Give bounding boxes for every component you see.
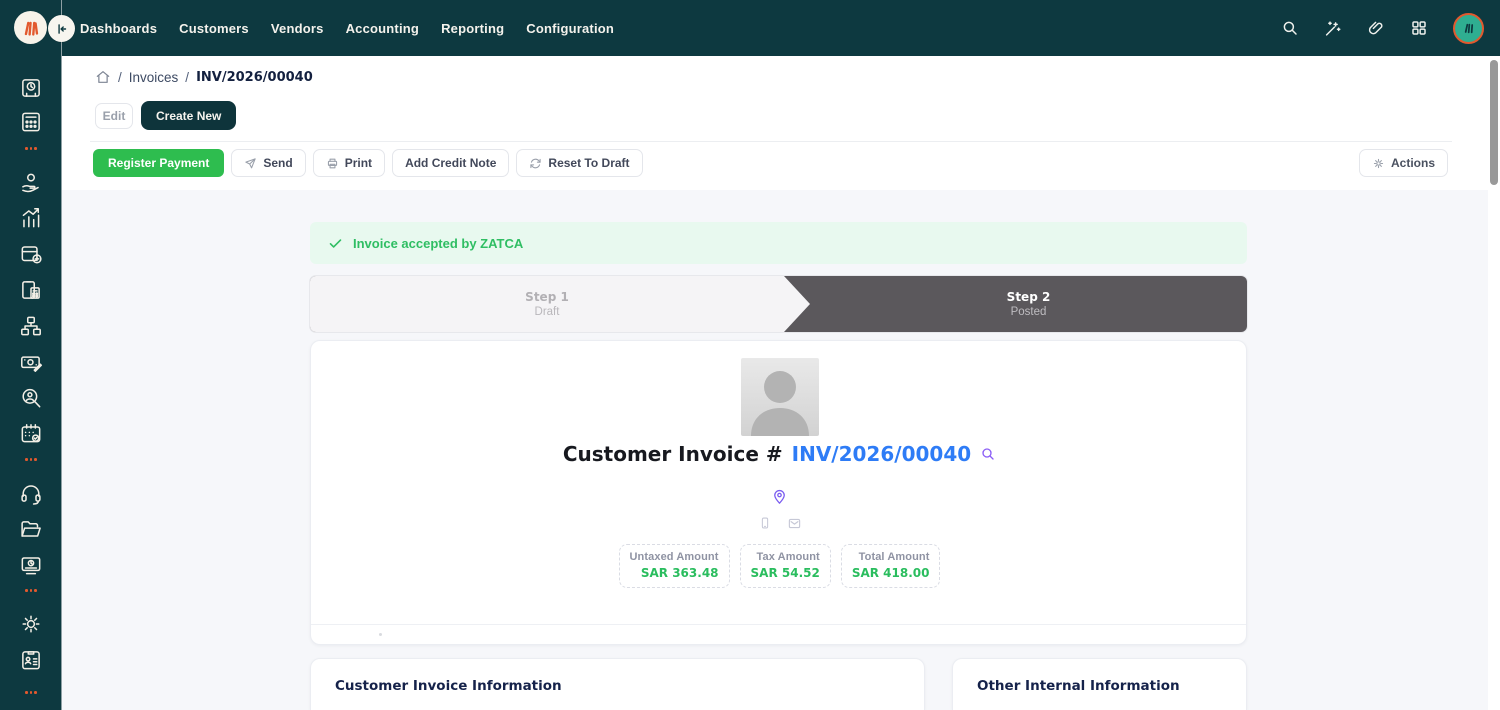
untaxed-amount-value: SAR 363.48 bbox=[630, 566, 719, 580]
clipboard-person-icon[interactable] bbox=[17, 646, 45, 674]
amounts-row: Untaxed Amount SAR 363.48 Tax Amount SAR… bbox=[311, 544, 1248, 588]
tax-amount-label: Tax Amount bbox=[751, 551, 820, 563]
app-logo[interactable] bbox=[14, 11, 47, 44]
paperclip-icon[interactable] bbox=[1367, 19, 1385, 37]
user-avatar[interactable] bbox=[1453, 13, 1484, 44]
growth-chart-icon[interactable] bbox=[17, 204, 45, 232]
calculator-grid-icon[interactable] bbox=[17, 108, 45, 136]
calendar-check-icon[interactable] bbox=[17, 420, 45, 448]
step-2-active[interactable]: Step 2 Posted bbox=[810, 276, 1247, 332]
tax-amount-box: Tax Amount SAR 54.52 bbox=[740, 544, 831, 588]
customer-invoice-information-panel: Customer Invoice Information bbox=[310, 658, 925, 710]
search-icon[interactable] bbox=[1281, 19, 1299, 37]
menu-customers[interactable]: Customers bbox=[179, 21, 249, 36]
map-pin-icon[interactable] bbox=[771, 488, 788, 505]
zoom-magnifier-icon[interactable] bbox=[980, 446, 996, 462]
invoice-number-link[interactable]: INV/2026/00040 bbox=[792, 442, 972, 466]
sidebar-separator-dots bbox=[25, 691, 37, 694]
panel-title: Other Internal Information bbox=[977, 678, 1180, 694]
menu-configuration[interactable]: Configuration bbox=[526, 21, 614, 36]
documents-folder-icon[interactable] bbox=[17, 515, 45, 543]
total-amount-value: SAR 418.00 bbox=[852, 566, 930, 580]
gear-icon bbox=[1372, 157, 1385, 170]
clipboard-calculator-icon[interactable] bbox=[17, 276, 45, 304]
action-bar: Register Payment Send Print Add Credit N… bbox=[93, 149, 643, 177]
inventory-boxes-icon[interactable] bbox=[17, 312, 45, 340]
logo-mark-icon bbox=[20, 17, 42, 39]
banknote-pen-icon[interactable] bbox=[17, 348, 45, 376]
audit-magnifier-icon[interactable] bbox=[17, 384, 45, 412]
reset-to-draft-button[interactable]: Reset To Draft bbox=[516, 149, 642, 177]
magic-wand-icon[interactable] bbox=[1324, 19, 1342, 37]
total-amount-box: Total Amount SAR 418.00 bbox=[841, 544, 941, 588]
alert-message: Invoice accepted by ZATCA bbox=[353, 236, 523, 251]
create-new-button[interactable]: Create New bbox=[141, 101, 236, 130]
untaxed-amount-label: Untaxed Amount bbox=[630, 551, 719, 563]
apps-grid-icon[interactable] bbox=[1410, 19, 1428, 37]
sidebar-separator-dots bbox=[25, 147, 37, 150]
menu-vendors[interactable]: Vendors bbox=[271, 21, 324, 36]
panel-title: Customer Invoice Information bbox=[335, 678, 562, 694]
add-credit-note-button[interactable]: Add Credit Note bbox=[392, 149, 509, 177]
collapse-left-icon bbox=[55, 22, 69, 36]
page-header: / Invoices / INV/2026/00040 Edit Create … bbox=[62, 56, 1488, 190]
phone-icon[interactable] bbox=[758, 516, 772, 530]
page: Dashboards Customers Vendors Accounting … bbox=[0, 0, 1500, 710]
avatar-mark-icon bbox=[1461, 20, 1477, 36]
breadcrumb-current-record: INV/2026/00040 bbox=[196, 70, 313, 85]
email-icon[interactable] bbox=[787, 516, 802, 531]
main-menu: Dashboards Customers Vendors Accounting … bbox=[80, 0, 614, 56]
contact-icons-row bbox=[311, 516, 1248, 531]
actions-button[interactable]: Actions bbox=[1359, 149, 1448, 177]
zatca-success-alert: Invoice accepted by ZATCA bbox=[310, 222, 1247, 264]
hand-coins-icon[interactable] bbox=[17, 169, 45, 197]
send-icon bbox=[244, 157, 257, 170]
print-icon bbox=[326, 157, 339, 170]
card-footer-divider bbox=[311, 624, 1246, 625]
left-sidebar bbox=[0, 56, 62, 710]
footer-dot bbox=[379, 633, 382, 636]
invoice-title-prefix: Customer Invoice # bbox=[563, 442, 783, 466]
person-silhouette-icon bbox=[741, 358, 819, 436]
sidebar-separator-dots bbox=[25, 589, 37, 592]
sidebar-collapse-button[interactable] bbox=[48, 15, 75, 42]
check-icon bbox=[328, 236, 343, 251]
monitor-badge-icon[interactable] bbox=[17, 551, 45, 579]
package-plus-icon[interactable] bbox=[17, 240, 45, 268]
reset-icon bbox=[529, 157, 542, 170]
header-divider bbox=[90, 141, 1452, 142]
menu-reporting[interactable]: Reporting bbox=[441, 21, 504, 36]
menu-dashboards[interactable]: Dashboards bbox=[80, 21, 157, 36]
home-icon[interactable] bbox=[95, 69, 111, 85]
total-amount-label: Total Amount bbox=[852, 551, 930, 563]
location-row bbox=[311, 488, 1248, 505]
sidebar-separator-dots bbox=[25, 458, 37, 461]
tax-amount-value: SAR 54.52 bbox=[751, 566, 820, 580]
status-stepper: Step 1 Draft Step 2 Posted bbox=[310, 276, 1247, 332]
settings-gear-icon[interactable] bbox=[17, 610, 45, 638]
untaxed-amount-box: Untaxed Amount SAR 363.48 bbox=[619, 544, 730, 588]
vertical-scrollbar-track[interactable] bbox=[1488, 56, 1500, 710]
ledger-clock-icon[interactable] bbox=[17, 74, 45, 102]
navbar-right bbox=[1281, 0, 1484, 56]
register-payment-button[interactable]: Register Payment bbox=[93, 149, 224, 177]
support-headset-icon[interactable] bbox=[17, 480, 45, 508]
edit-button[interactable]: Edit bbox=[95, 103, 133, 129]
invoice-title: Customer Invoice # INV/2026/00040 bbox=[311, 442, 1248, 466]
step-1[interactable]: Step 1 Draft bbox=[310, 276, 784, 332]
top-navbar: Dashboards Customers Vendors Accounting … bbox=[0, 0, 1500, 56]
customer-avatar-placeholder bbox=[741, 358, 819, 436]
vertical-scrollbar-thumb[interactable] bbox=[1490, 60, 1498, 185]
breadcrumb-invoices-link[interactable]: Invoices bbox=[129, 70, 179, 85]
breadcrumb: / Invoices / INV/2026/00040 bbox=[95, 69, 313, 85]
sidebar-border bbox=[61, 0, 62, 710]
print-button[interactable]: Print bbox=[313, 149, 385, 177]
breadcrumb-separator: / bbox=[118, 70, 122, 85]
other-internal-information-panel: Other Internal Information bbox=[952, 658, 1247, 710]
invoice-summary-card: Customer Invoice # INV/2026/00040 Untaxe… bbox=[310, 340, 1247, 645]
breadcrumb-separator: / bbox=[185, 70, 189, 85]
send-button[interactable]: Send bbox=[231, 149, 305, 177]
menu-accounting[interactable]: Accounting bbox=[346, 21, 420, 36]
